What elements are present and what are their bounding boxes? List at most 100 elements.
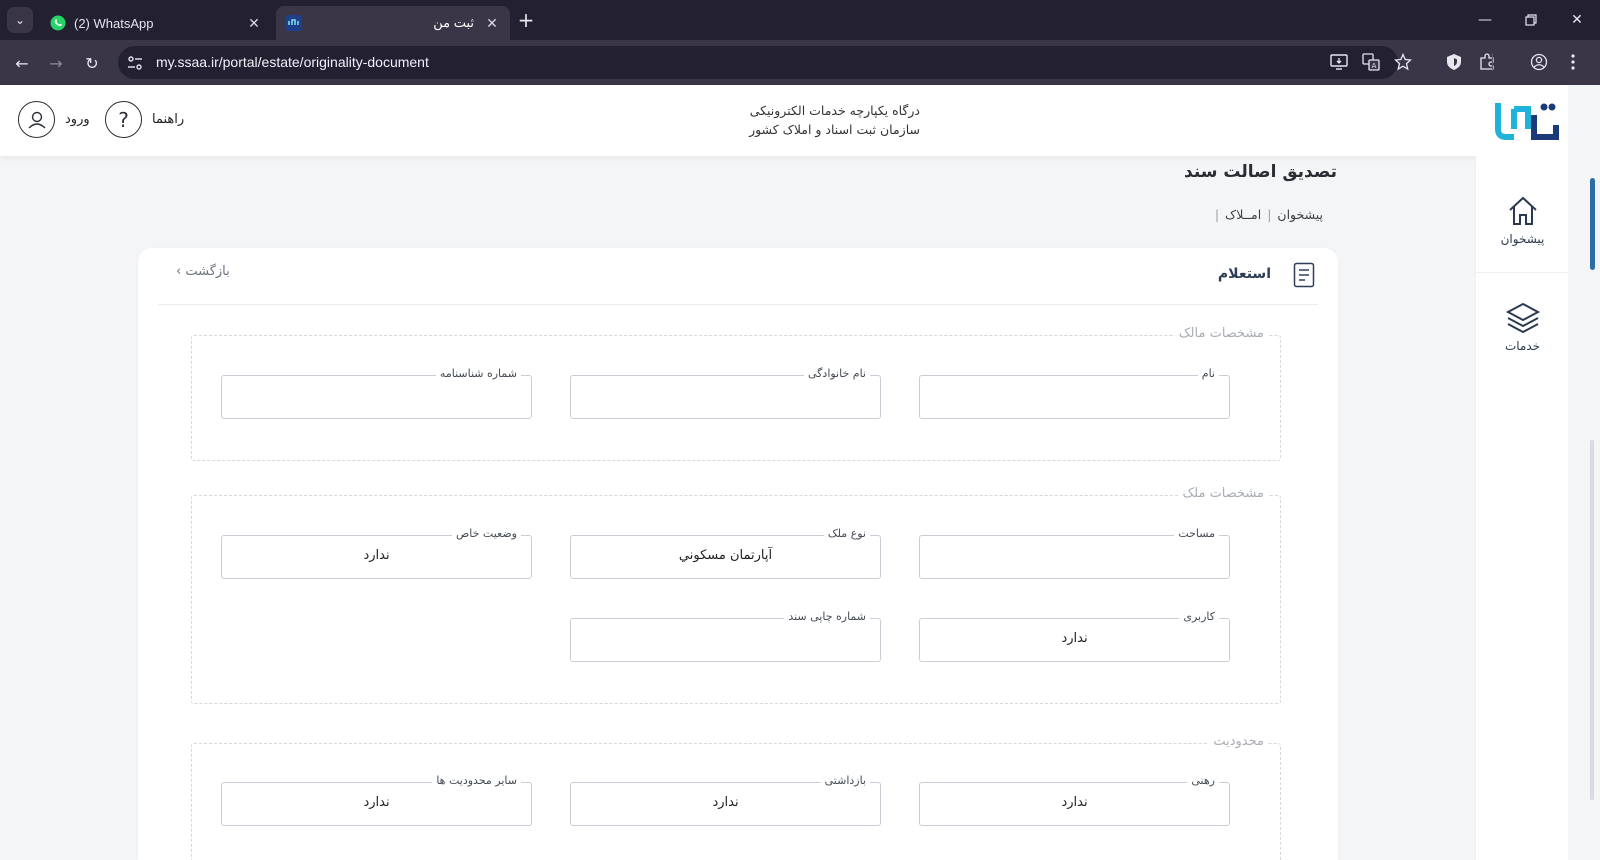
field-value: آپارتمان مسكوني: [678, 548, 773, 563]
document-icon: [1293, 262, 1315, 288]
page-scrollbar[interactable]: [1568, 85, 1600, 860]
field-label: کاربری: [1179, 610, 1219, 623]
card-divider: [158, 304, 1318, 305]
document-print-number-field[interactable]: شماره چاپی سند: [570, 610, 881, 662]
field-label: بازداشتی: [820, 774, 870, 787]
sidebar-divider: [1476, 272, 1569, 273]
last-name-field[interactable]: نام خانوادگی: [570, 367, 881, 419]
inquiry-card: استعلام ‹ بازگشت مشخصات مالک نام نام خان…: [138, 248, 1338, 860]
back-label: بازگشت: [185, 264, 230, 279]
seizure-field[interactable]: بازداشتی ندارد: [570, 774, 881, 826]
bookmark-star-icon[interactable]: [1392, 51, 1414, 73]
page-title: تصدیق اصالت سند: [1184, 162, 1337, 182]
field-value: ندارد: [363, 795, 390, 810]
help-label: راهنما: [152, 112, 185, 127]
login-label: ورود: [65, 112, 90, 127]
site-info-icon[interactable]: [126, 54, 144, 72]
portal-title: درگاه یکپارچه خدمات الکترونیکی سازمان ثب…: [700, 101, 920, 139]
scrollbar-track-indicator: [1590, 440, 1594, 800]
translate-icon[interactable]: A: [1360, 51, 1382, 73]
field-value: ندارد: [712, 795, 739, 810]
login-button[interactable]: ورود: [18, 101, 90, 138]
browser-tab-sabt-man[interactable]: ثبت من ✕: [276, 6, 510, 40]
card-title: استعلام: [1217, 266, 1271, 282]
first-name-field[interactable]: نام: [919, 367, 1230, 419]
field-label: شماره چاپی سند: [784, 610, 870, 623]
breadcrumb: پیشخوان | امــلاک |: [1080, 207, 1323, 222]
new-tab-button[interactable]: +: [514, 8, 538, 32]
close-icon[interactable]: ✕: [484, 15, 500, 31]
tab-title: (2) WhatsApp: [74, 15, 154, 31]
field-label: نوع ملک: [823, 527, 870, 540]
id-number-field[interactable]: شماره شناسنامه: [221, 367, 532, 419]
scrollbar-thumb[interactable]: [1590, 178, 1595, 270]
field-value: ندارد: [363, 548, 390, 563]
window-close-button[interactable]: ✕: [1554, 0, 1600, 40]
field-label: نام خانوادگی: [804, 367, 870, 380]
property-type-field[interactable]: نوع ملک آپارتمان مسكوني: [570, 527, 881, 579]
address-bar[interactable]: my.ssaa.ir/portal/estate/originality-doc…: [118, 46, 1398, 79]
section-legend: محدودیت: [1209, 734, 1268, 749]
site-favicon-icon: [286, 15, 302, 31]
forward-arrow-icon[interactable]: →: [41, 48, 71, 78]
restriction-section: محدودیت رهنی ندارد بازداشتی ندارد سایر م…: [191, 734, 1281, 860]
home-icon: [1508, 196, 1537, 225]
browser-tab-whatsapp[interactable]: (2) WhatsApp ✕: [40, 6, 272, 40]
sidebar-item-services[interactable]: خدمات: [1476, 301, 1569, 353]
toolbar-separator: [1492, 53, 1493, 71]
special-status-field[interactable]: وضعیت خاص ندارد: [221, 527, 532, 579]
help-button[interactable]: ? راهنما: [105, 101, 184, 138]
svg-text:A: A: [1372, 62, 1377, 70]
close-icon[interactable]: ✕: [246, 15, 262, 31]
field-label: وضعیت خاص: [451, 527, 521, 540]
browser-toolbar: ← → ↻ my.ssaa.ir/portal/estate/originali…: [0, 40, 1600, 85]
tab-title: ثبت من: [433, 15, 474, 30]
tab-search-button[interactable]: ⌄: [7, 7, 33, 33]
breadcrumb-separator: |: [1267, 207, 1272, 222]
mortgage-field[interactable]: رهنی ندارد: [919, 774, 1230, 826]
sidebar-item-label: خدمات: [1504, 339, 1541, 353]
sabt-man-logo[interactable]: [1492, 95, 1562, 145]
extensions-icon[interactable]: [1476, 51, 1498, 73]
other-restrictions-field[interactable]: سایر محدودیت ها ندارد: [221, 774, 532, 826]
back-button[interactable]: ‹ بازگشت: [176, 264, 230, 279]
owner-section: مشخصات مالک نام نام خانوادگی شماره شناسن…: [191, 326, 1281, 461]
breadcrumb-separator: |: [1214, 207, 1220, 222]
portal-title-line2: سازمان ثبت اسناد و املاک کشور: [749, 122, 920, 137]
back-arrow-icon[interactable]: ←: [7, 48, 37, 78]
chevron-left-icon: ‹: [176, 264, 182, 279]
chevron-down-icon: ⌄: [14, 13, 26, 27]
usage-field[interactable]: کاربری ندارد: [919, 610, 1230, 662]
shield-extension-icon[interactable]: [1443, 51, 1465, 73]
site-header: ورود ? راهنما درگاه یکپارچه خدمات الکترو…: [0, 85, 1568, 156]
field-value: ندارد: [1061, 631, 1088, 646]
section-legend: مشخصات مالک: [1174, 326, 1268, 341]
section-legend: مشخصات ملک: [1178, 486, 1268, 501]
field-value: ندارد: [1061, 795, 1088, 810]
whatsapp-icon: [50, 15, 66, 31]
browser-tab-bar: ⌄ (2) WhatsApp ✕ ثبت من ✕ + — ✕: [0, 0, 1600, 40]
minimize-button[interactable]: —: [1462, 0, 1508, 40]
field-label: نام: [1197, 367, 1219, 380]
user-icon: [18, 101, 55, 138]
field-label: شماره شناسنامه: [435, 367, 521, 380]
property-section: مشخصات ملک مساحت نوع ملک آپارتمان مسكوني…: [191, 486, 1281, 704]
right-sidebar: پیشخوان خدمات: [1475, 156, 1569, 860]
question-icon: ?: [105, 101, 142, 138]
layers-icon: [1505, 302, 1540, 334]
install-app-icon[interactable]: [1328, 51, 1350, 73]
more-menu-icon[interactable]: [1562, 51, 1584, 73]
profile-icon[interactable]: [1528, 51, 1550, 73]
sidebar-item-label: پیشخوان: [1500, 232, 1545, 246]
sidebar-item-dashboard[interactable]: پیشخوان: [1476, 194, 1569, 246]
area-field[interactable]: مساحت: [919, 527, 1230, 579]
restore-button[interactable]: [1508, 0, 1554, 40]
field-label: رهنی: [1187, 774, 1219, 787]
breadcrumb-item-estate[interactable]: امــلاک: [1225, 207, 1261, 222]
portal-title-line1: درگاه یکپارچه خدمات الکترونیکی: [749, 103, 920, 118]
field-label: مساحت: [1174, 527, 1219, 540]
reload-icon[interactable]: ↻: [77, 48, 107, 78]
field-label: سایر محدودیت ها: [432, 774, 521, 787]
breadcrumb-item-dashboard[interactable]: پیشخوان: [1277, 207, 1323, 222]
url-text: my.ssaa.ir/portal/estate/originality-doc…: [156, 54, 429, 70]
